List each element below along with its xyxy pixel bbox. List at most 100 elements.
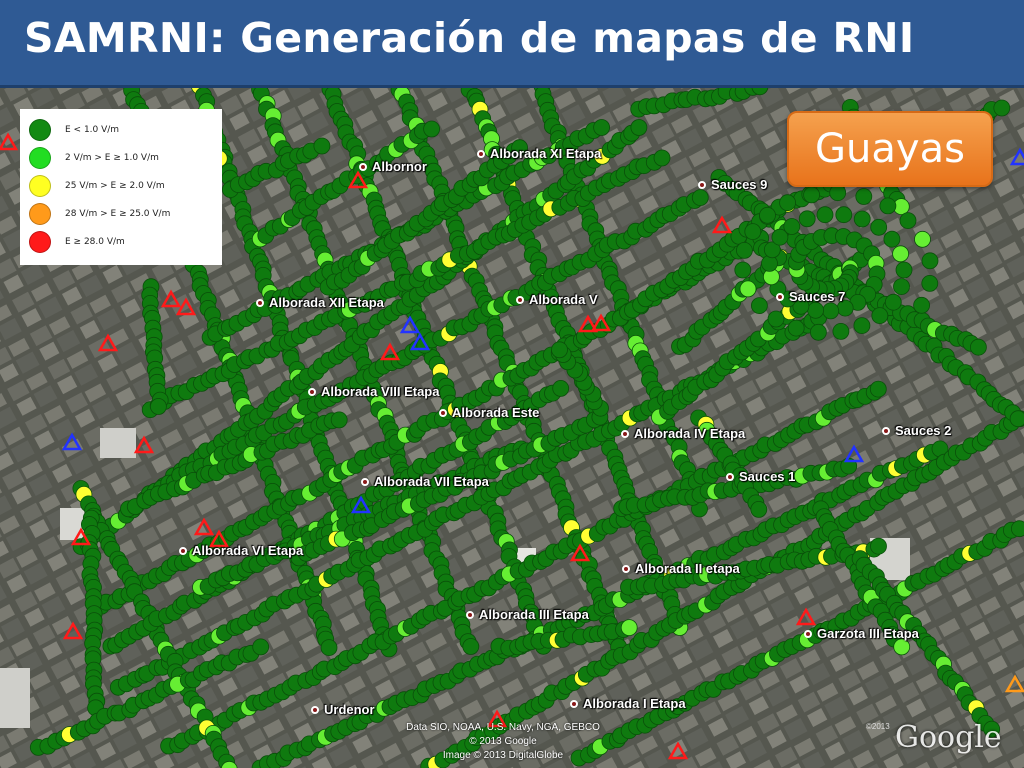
place-pin-icon (776, 292, 784, 301)
legend-swatch-red (29, 231, 51, 253)
legend-label: E ≥ 28.0 V/m (65, 237, 125, 247)
place-sauces-2[interactable]: Sauces 2 (882, 423, 951, 438)
measurement-dot (892, 245, 909, 263)
region-badge: Guayas (787, 111, 993, 187)
measurement-dot (829, 184, 847, 202)
place-pin-icon (439, 408, 447, 417)
legend-label: 25 V/m > E ≥ 2.0 V/m (65, 181, 165, 191)
place-pin-icon (622, 564, 630, 573)
measurement-dot (767, 310, 785, 328)
measurement-dot (313, 137, 331, 155)
place-pin-icon (179, 546, 187, 555)
place-label: Alborada XI Etapa (490, 146, 602, 161)
measurement-dot (330, 411, 348, 429)
place-pin-icon (516, 295, 524, 304)
place-pin-icon (570, 699, 578, 708)
legend-swatch-yellow (29, 175, 51, 197)
legend-item: E ≥ 28.0 V/m (29, 231, 125, 253)
measurement-dot (870, 537, 887, 555)
measurement-dot (832, 322, 850, 340)
measurement-dot (816, 206, 834, 224)
place-pin-icon (308, 387, 316, 396)
measurement-dot (739, 280, 757, 298)
place-alborada-i-etapa[interactable]: Alborada I Etapa (570, 696, 686, 711)
legend-swatch-light-green (29, 147, 51, 169)
place-label: Alborada III Etapa (479, 607, 589, 622)
measurement-dot (899, 212, 917, 230)
legend-item: E < 1.0 V/m (29, 119, 119, 141)
measurement-dot (751, 297, 768, 315)
measurement-dot (853, 210, 871, 228)
place-pin-icon (361, 477, 369, 486)
place-pin-icon (359, 162, 367, 171)
legend-item: 2 V/m > E ≥ 1.0 V/m (29, 147, 159, 169)
legend-label: E < 1.0 V/m (65, 125, 120, 135)
place-alborada-vi-etapa[interactable]: Alborada VI Etapa (179, 543, 303, 558)
legend-panel: E < 1.0 V/m 2 V/m > E ≥ 1.0 V/m 25 V/m >… (20, 109, 222, 265)
place-alborada-v[interactable]: Alborada V (516, 292, 598, 307)
measurement-dot (883, 230, 901, 248)
measurement-dot (879, 197, 897, 215)
measurement-dot (993, 99, 1011, 117)
measurement-dot (869, 380, 887, 398)
title-bar: SAMRNI: Generación de mapas de RNI (0, 0, 1024, 88)
place-alborada-xi-etapa[interactable]: Alborada XI Etapa (477, 146, 601, 161)
measurement-dot (870, 218, 888, 236)
place-label: Alborada VII Etapa (374, 474, 489, 489)
measurement-dot (779, 194, 796, 212)
region-label: Guayas (815, 126, 965, 172)
measurement-dot (853, 317, 871, 335)
place-label: Urdenor (324, 702, 375, 717)
attribution-data: Data SIO, NOAA, U.S. Navy, NGA, GEBCO (406, 722, 600, 733)
place-label: Alborada VIII Etapa (321, 384, 440, 399)
measurement-dot (761, 254, 778, 272)
measurement-dot (884, 293, 902, 311)
google-logo: Google (895, 720, 1002, 755)
place-alborada-viii-etapa[interactable]: Alborada VIII Etapa (308, 384, 439, 399)
place-pin-icon (698, 180, 706, 189)
place-label: Alborada IV Etapa (634, 426, 746, 441)
measurement-dot (970, 338, 987, 356)
place-alborada-iii-etapa[interactable]: Alborada III Etapa (466, 607, 589, 622)
place-label: Albornor (372, 159, 427, 174)
measurement-dot (552, 379, 570, 397)
place-alborada-ii-etapa[interactable]: Alborada II etapa (622, 561, 740, 576)
measurement-dot (462, 638, 480, 655)
place-sauces-7[interactable]: Sauces 7 (776, 289, 845, 304)
place-pin-icon (882, 426, 890, 435)
place-label: Alborada II etapa (635, 561, 740, 576)
measurement-dot (423, 120, 441, 138)
place-sauces-9[interactable]: Sauces 9 (698, 177, 767, 192)
measurement-dot (835, 206, 853, 224)
place-label: Sauces 9 (711, 177, 768, 192)
place-urdenor[interactable]: Urdenor (311, 702, 375, 717)
legend-label: 28 V/m > E ≥ 25.0 V/m (65, 209, 171, 219)
place-label: Alborada XII Etapa (269, 295, 384, 310)
place-alborada-iv-etapa[interactable]: Alborada IV Etapa (621, 426, 745, 441)
measurement-dot (895, 261, 913, 279)
place-sauces-1[interactable]: Sauces 1 (726, 469, 795, 484)
measurement-dot (893, 638, 911, 656)
measurement-dot (1009, 410, 1024, 428)
measurement-dot (593, 119, 610, 136)
measurement-dot (653, 149, 671, 167)
measurement-dot (630, 119, 648, 136)
place-garzota-iii-etapa[interactable]: Garzota III Etapa (804, 626, 919, 641)
place-alborada-este[interactable]: Alborada Este (439, 405, 539, 420)
measurement-dot (759, 206, 776, 224)
place-albornor[interactable]: Albornor (359, 159, 427, 174)
place-pin-icon (466, 610, 474, 619)
measurement-dot (149, 398, 167, 415)
legend-swatch-dark-green (29, 119, 51, 141)
measurement-dot (750, 500, 768, 518)
place-label: Alborada I Etapa (583, 696, 686, 711)
place-pin-icon (726, 472, 734, 481)
measurement-dot (734, 261, 752, 279)
place-label: Alborada Este (452, 405, 540, 420)
attribution-imagery: Image © 2013 DigitalGlobe (442, 750, 564, 761)
measurement-dot (893, 278, 910, 296)
place-alborada-vii-etapa[interactable]: Alborada VII Etapa (361, 474, 489, 489)
place-alborada-xii-etapa[interactable]: Alborada XII Etapa (256, 295, 384, 310)
measurement-dot (783, 218, 801, 235)
logo-year: ©2013 (866, 722, 890, 731)
